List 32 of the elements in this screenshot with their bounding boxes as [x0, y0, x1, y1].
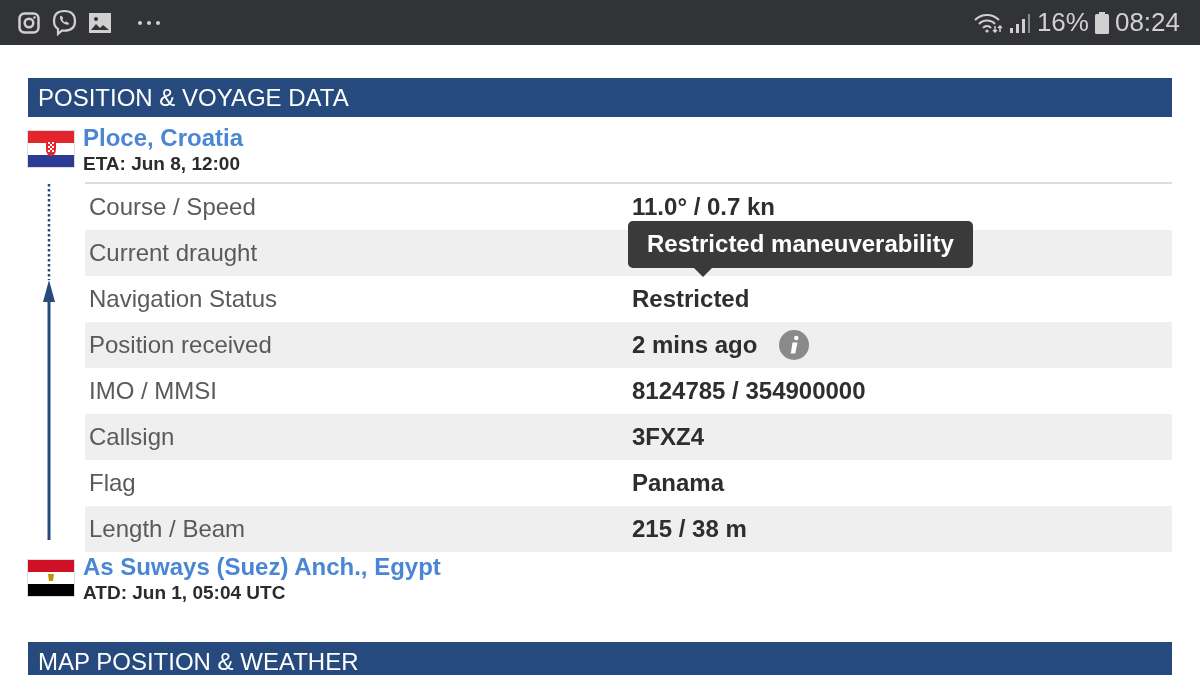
field-value: 215 / 38 m [632, 515, 747, 543]
phone-bubble-icon[interactable] [52, 9, 77, 36]
field-value: 11.0° / 0.7 kn [632, 193, 776, 221]
more-icon[interactable] [137, 19, 161, 26]
field-label: Current draught [88, 239, 259, 267]
field-value: Panama [632, 469, 725, 497]
field-value: 2 mins ago [632, 331, 758, 359]
port-time: ETA: Jun 8, 12:00 [83, 152, 241, 176]
field-label: IMO / MMSI [88, 377, 218, 405]
camera-icon[interactable] [18, 11, 40, 34]
field-value: Restricted [632, 285, 750, 313]
section-title: POSITION & VOYAGE DATA [38, 84, 349, 111]
port-link[interactable]: As Suways (Suez) Anch., Egypt [83, 552, 441, 581]
section-title: MAP POSITION & WEATHER [38, 648, 359, 675]
field-label: Length / Beam [88, 515, 247, 543]
tooltip: Restricted maneuverability [628, 221, 973, 277]
picture-icon[interactable] [89, 12, 111, 33]
wifi-icon [972, 12, 1003, 33]
field-value: 3FXZ4 [632, 423, 705, 451]
info-icon[interactable] [779, 330, 810, 360]
field-label: Position received [88, 331, 273, 359]
clock-time: 08:24 [1114, 7, 1180, 38]
field-label: Callsign [88, 423, 176, 451]
field-label: Course / Speed [88, 193, 257, 221]
battery-percent: 16% [1036, 7, 1089, 38]
port-link[interactable]: Ploce, Croatia [83, 123, 244, 152]
field-label: Flag [88, 469, 137, 497]
field-value: 8124785 / 354900000 [632, 377, 866, 405]
signal-icon [1008, 12, 1031, 33]
battery-icon [1094, 11, 1109, 34]
port-time: ATD: Jun 1, 05:04 UTC [83, 581, 287, 605]
field-label: Navigation Status [88, 285, 279, 313]
